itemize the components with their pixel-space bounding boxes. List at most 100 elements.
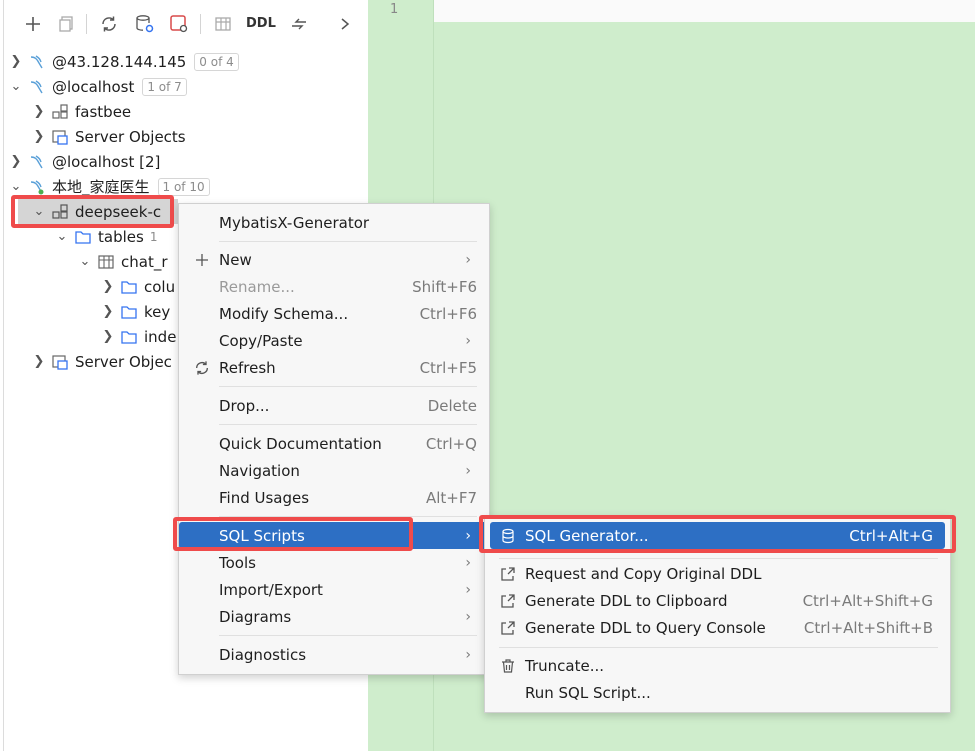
menu-item-copy-paste[interactable]: Copy/Paste › (179, 327, 489, 354)
chevron-right-icon: › (465, 581, 471, 598)
mysql-icon (30, 154, 43, 168)
chevron-right-icon: › (465, 251, 471, 268)
menu-item-import-export[interactable]: Import/Export › (179, 576, 489, 603)
db-settings-icon[interactable] (134, 12, 156, 36)
menu-separator (499, 647, 938, 648)
chevron-right-icon[interactable]: ❯ (31, 129, 47, 144)
count-text: 1 (149, 229, 158, 244)
menu-item-run-sql-script[interactable]: Run SQL Script... (490, 679, 945, 706)
tree-item-label: fastbee (75, 102, 132, 121)
chevron-right-icon: › (465, 554, 471, 571)
toolbar-separator (86, 14, 87, 34)
toolbar-separator (200, 14, 201, 34)
tree-item-server-objects[interactable]: ❯ Server Objects (31, 124, 186, 149)
chevron-down-icon[interactable]: ⌄ (77, 254, 93, 269)
chevron-right-icon[interactable]: ❯ (100, 329, 116, 344)
chevron-right-icon[interactable]: ❯ (31, 354, 47, 369)
menu-item-request-copy-ddl[interactable]: Request and Copy Original DDL (490, 560, 945, 587)
plus-icon (193, 251, 211, 269)
menu-item-rename[interactable]: Rename... Shift+F6 (179, 273, 489, 300)
copy-icon[interactable] (55, 12, 77, 36)
external-arrow-icon (499, 565, 517, 583)
trash-icon (499, 657, 517, 675)
chevron-down-icon[interactable]: ⌄ (8, 179, 24, 194)
menu-separator (219, 635, 477, 636)
panel-border (3, 0, 4, 751)
menu-item-generate-ddl-clipboard[interactable]: Generate DDL to Clipboard Ctrl+Alt+Shift… (490, 587, 945, 614)
tree-item-fastbee[interactable]: ❯ fastbee (31, 99, 132, 124)
tree-item-keys[interactable]: ❯ key (100, 299, 171, 324)
chevron-down-icon[interactable]: ⌄ (8, 79, 24, 94)
external-arrow-icon (499, 619, 517, 637)
menu-item-generate-ddl-console[interactable]: Generate DDL to Query Console Ctrl+Alt+S… (490, 614, 945, 641)
chevron-right-icon: › (465, 527, 471, 544)
chevron-right-icon[interactable]: ❯ (8, 54, 24, 69)
tree-item-label: Server Objects (75, 127, 186, 146)
mysql-connected-icon (30, 179, 44, 194)
refresh-icon[interactable] (98, 12, 120, 36)
tree-item-server-objects-2[interactable]: ❯ Server Objec (31, 349, 172, 374)
refresh-icon (193, 359, 211, 377)
menu-separator (499, 558, 938, 559)
table-icon[interactable] (212, 12, 234, 36)
table-icon (98, 254, 114, 269)
tree-item-remote-host[interactable]: ❯ @43.128.144.145 0 of 4 (8, 49, 239, 74)
menu-item-truncate[interactable]: Truncate... (490, 652, 945, 679)
highlight-box-sql-scripts (173, 517, 413, 551)
ddl-button[interactable]: DDL (246, 16, 276, 31)
menu-item-diagrams[interactable]: Diagrams › (179, 603, 489, 630)
count-badge: 1 of 10 (157, 177, 210, 196)
count-badge: 1 of 7 (142, 77, 187, 96)
menu-separator (219, 241, 477, 242)
highlight-box-sql-generator (479, 515, 956, 553)
count-badge: 0 of 4 (194, 52, 239, 71)
tree-item-label: tables (98, 227, 144, 246)
external-arrow-icon (499, 592, 517, 610)
context-menu: MybatisX-Generator New › Rename... Shift… (178, 203, 490, 675)
folder-icon (121, 280, 137, 294)
tree-item-label: @43.128.144.145 (52, 52, 187, 71)
server-objects-icon (52, 354, 68, 370)
chevron-right-icon[interactable]: ❯ (100, 279, 116, 294)
menu-item-tools[interactable]: Tools › (179, 549, 489, 576)
tree-item-localhost-2[interactable]: ❯ @localhost [2] (8, 149, 161, 174)
tree-item-label: chat_r (121, 252, 168, 271)
chevron-right-icon[interactable]: ❯ (8, 154, 24, 169)
tree-item-label: colu (144, 277, 176, 296)
menu-item-mybatisx-generator[interactable]: MybatisX-Generator (179, 209, 489, 236)
folder-icon (121, 305, 137, 319)
tree-item-tables[interactable]: ⌄ tables 1 (54, 224, 158, 249)
menu-item-find-usages[interactable]: Find Usages Alt+F7 (179, 484, 489, 511)
chevron-right-icon: › (465, 646, 471, 663)
plus-icon[interactable] (22, 12, 44, 36)
chevron-right-icon: › (465, 608, 471, 625)
tree-item-columns[interactable]: ❯ colu (100, 274, 176, 299)
tree-item-label: 本地_家庭医生 (52, 178, 150, 196)
chevron-right-icon: › (465, 462, 471, 479)
tree-item-chat-table[interactable]: ⌄ chat_r (77, 249, 168, 274)
menu-item-quick-documentation[interactable]: Quick Documentation Ctrl+Q (179, 430, 489, 457)
menu-item-diagnostics[interactable]: Diagnostics › (179, 641, 489, 668)
chevron-right-icon[interactable]: ❯ (31, 104, 47, 119)
tree-item-label: @localhost [2] (52, 152, 161, 171)
folder-icon (75, 230, 91, 244)
tree-item-label: Server Objec (75, 352, 172, 371)
menu-item-modify-schema[interactable]: Modify Schema... Ctrl+F6 (179, 300, 489, 327)
chevron-right-icon[interactable] (334, 12, 356, 36)
tree-item-label: @localhost (52, 77, 135, 96)
menu-item-drop[interactable]: Drop... Delete (179, 392, 489, 419)
chevron-down-icon[interactable]: ⌄ (54, 229, 70, 244)
jump-to-console-icon[interactable] (168, 12, 190, 36)
tree-item-localhost[interactable]: ⌄ @localhost 1 of 7 (8, 74, 187, 99)
explorer-toolbar: DDL (0, 0, 368, 44)
tree-item-indexes[interactable]: ❯ inde (100, 324, 177, 349)
chevron-right-icon[interactable]: ❯ (100, 304, 116, 319)
chevron-right-icon: › (465, 332, 471, 349)
menu-item-navigation[interactable]: Navigation › (179, 457, 489, 484)
folder-icon (121, 330, 137, 344)
menu-item-refresh[interactable]: Refresh Ctrl+F5 (179, 354, 489, 381)
menu-item-new[interactable]: New › (179, 246, 489, 273)
line-number: 1 (390, 2, 399, 17)
mysql-icon (30, 54, 43, 68)
compare-arrows-icon[interactable] (288, 12, 310, 36)
